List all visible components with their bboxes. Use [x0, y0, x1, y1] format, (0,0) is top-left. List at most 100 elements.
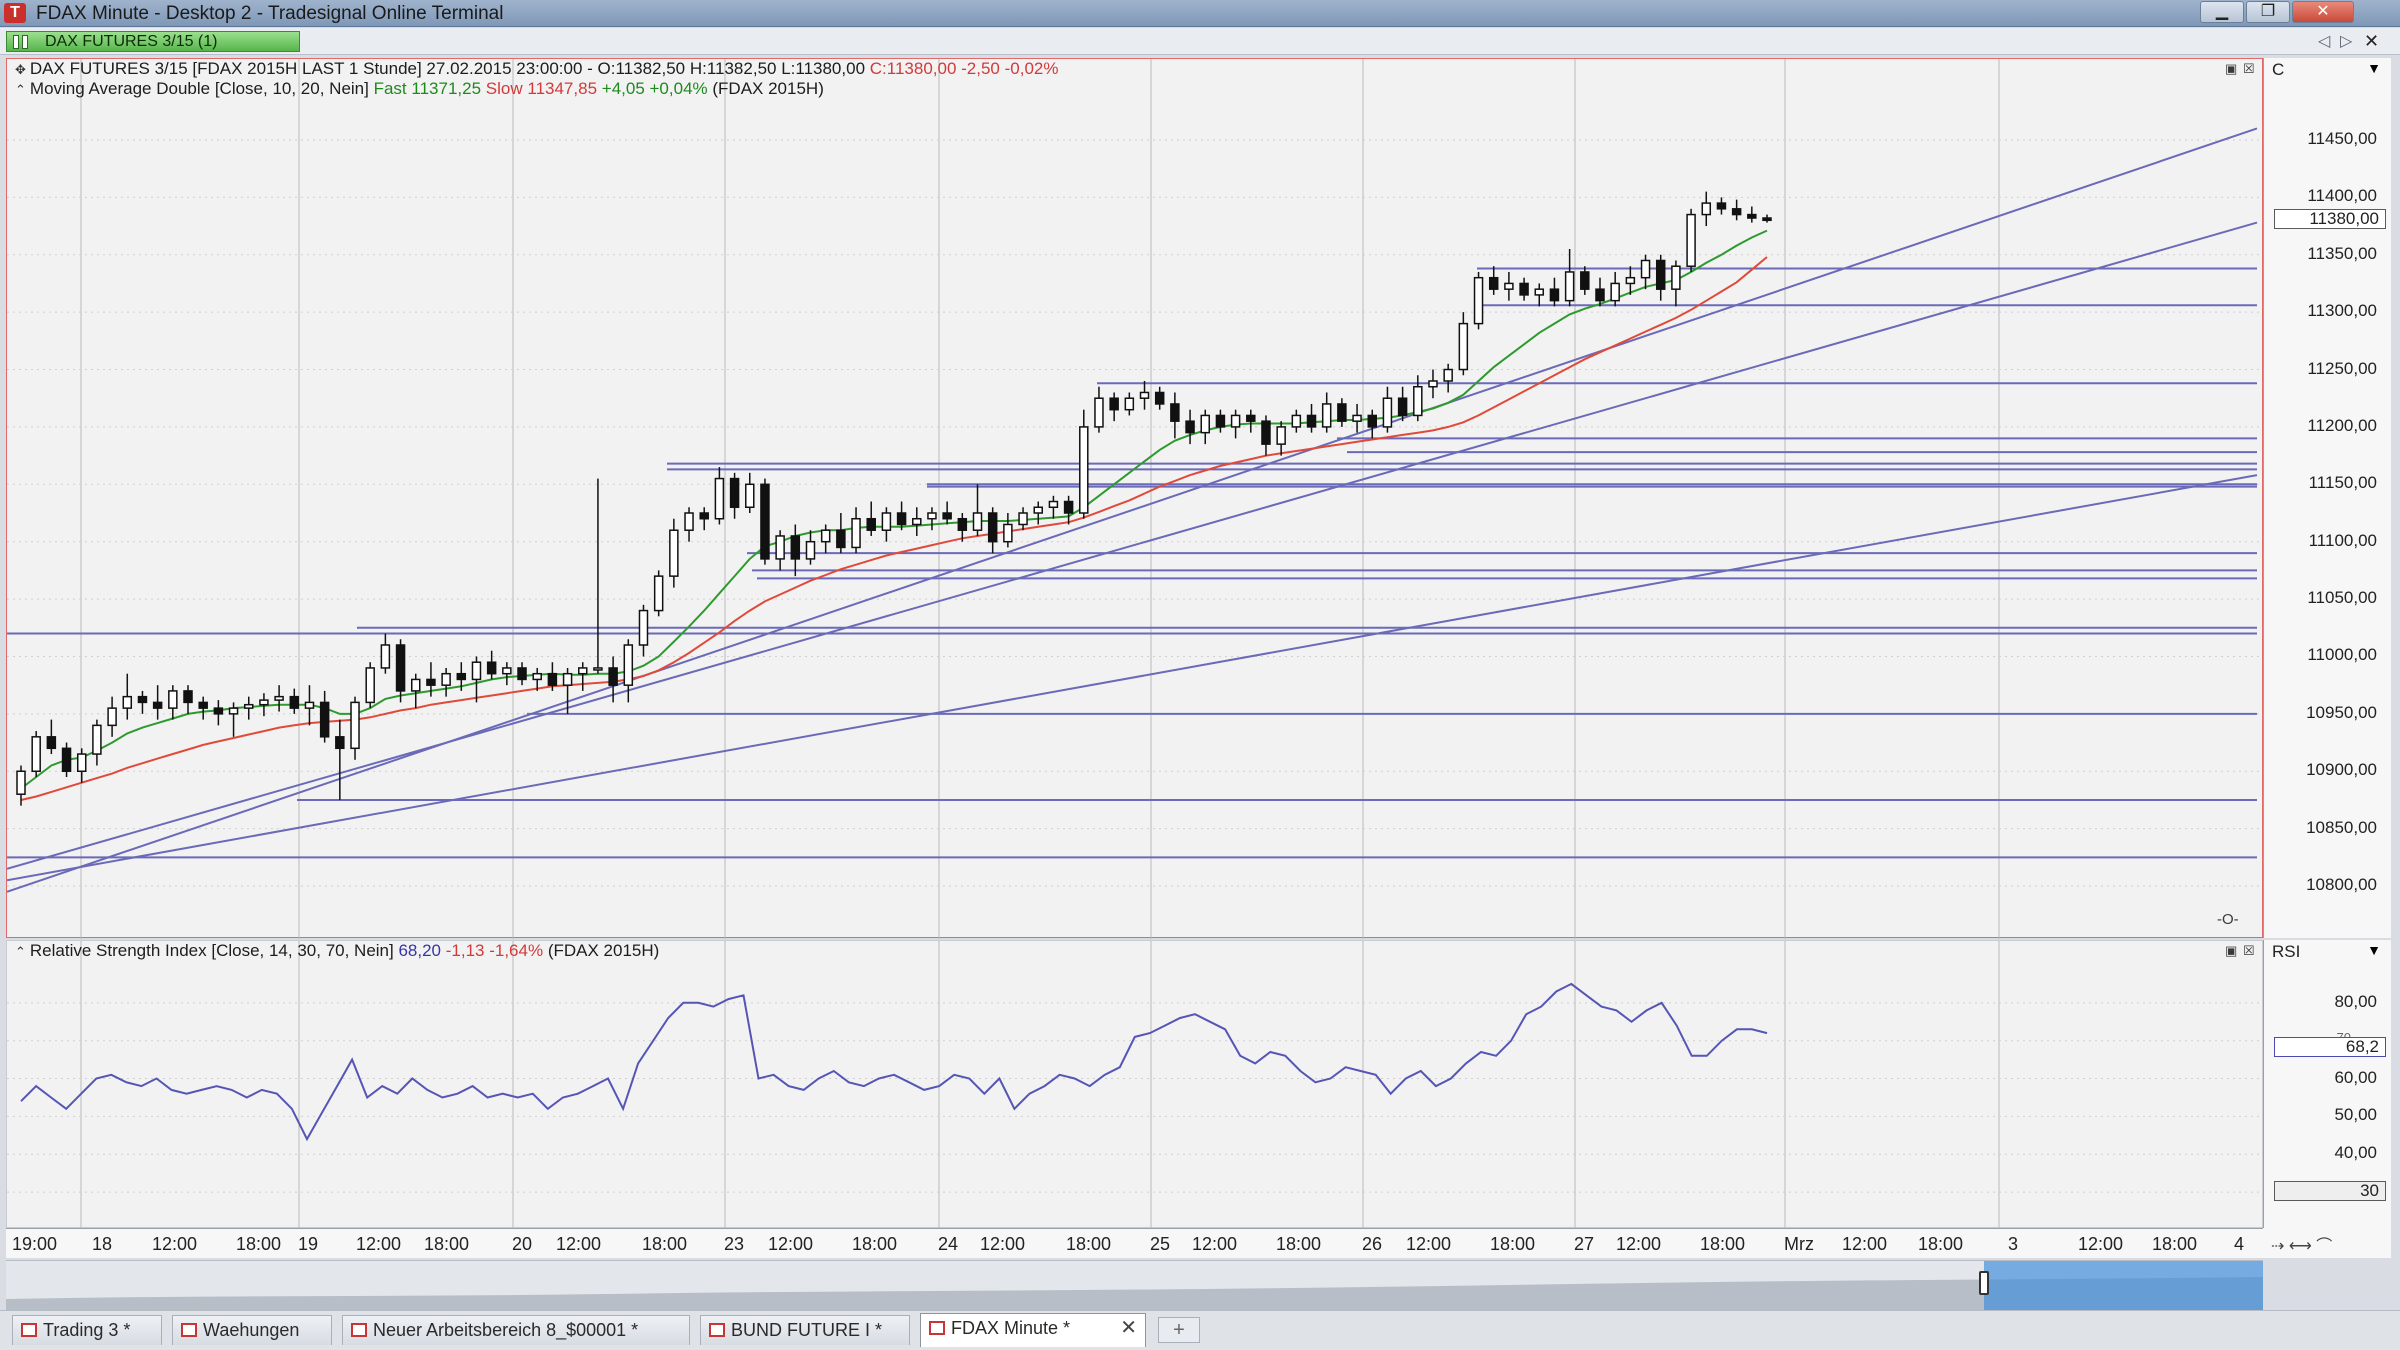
axis-menu-icon[interactable]: ▼ — [2367, 942, 2381, 958]
workspace-tab-label: Neuer Arbeitsbereich 8_$00001 * — [373, 1320, 639, 1340]
overview-selection[interactable] — [1984, 1261, 2263, 1310]
rsi-legend-text: Relative Strength Index [Close, 14, 30, … — [29, 941, 394, 960]
candle-body — [1671, 265, 1681, 290]
rsi-pane[interactable]: ⌃ Relative Strength Index [Close, 14, 30,… — [6, 940, 2264, 1229]
pane-close-icon[interactable]: ☒ — [2243, 943, 2255, 959]
candle-body — [410, 678, 421, 692]
candle-body — [456, 672, 467, 681]
axis-menu-icon[interactable]: ▼ — [2367, 60, 2381, 76]
workspace-tab-label: Waehungen — [203, 1320, 300, 1340]
candle-body — [1413, 385, 1423, 417]
candle-body — [1397, 397, 1408, 417]
candle-body — [1230, 414, 1241, 428]
workspace-tab[interactable]: Trading 3 * — [12, 1315, 162, 1345]
price-chart-pane[interactable]: ✥ DAX FUTURES 3/15 [FDAX 2015H LAST 1 Stu… — [6, 58, 2264, 939]
price-tick-label: 11100,00 — [2308, 530, 2377, 550]
ma-symbol: (FDAX 2015H) — [712, 79, 824, 98]
overview-drag-handle[interactable] — [1979, 1271, 1989, 1295]
candle-body — [1079, 426, 1089, 514]
chart-settings-icon[interactable]: ✥ — [15, 62, 26, 77]
close-tab-icon[interactable]: ✕ — [1120, 1314, 1137, 1342]
candle-body — [441, 672, 451, 686]
candle-body — [790, 535, 801, 560]
rsi-axis[interactable]: RSI ▼ 80,007060,0050,0040,00 68,2 30 — [2263, 940, 2391, 1228]
time-tick-label: 18:00 — [852, 1234, 898, 1254]
plus-icon: + — [1173, 1319, 1185, 1341]
pause-icon[interactable] — [13, 35, 35, 49]
time-tick-label: 19:00 — [12, 1234, 58, 1254]
workspace-icon — [21, 1323, 37, 1337]
time-tick-label: 12:00 — [980, 1234, 1026, 1254]
candle-body — [942, 512, 952, 520]
minimize-button[interactable]: ▁ — [2200, 1, 2244, 23]
rsi-chart[interactable] — [7, 941, 2264, 1229]
workspace-icon — [929, 1321, 945, 1335]
candle-body — [927, 512, 937, 520]
workspace-tab-active[interactable]: FDAX Minute * ✕ — [920, 1313, 1146, 1347]
maximize-button[interactable]: ❐ — [2246, 1, 2290, 23]
time-axis[interactable]: 19:00 18 12:00 18:00 19 12:00 18:00 20 12:00 18:0… — [6, 1228, 2263, 1258]
workspace-tab[interactable]: BUND FUTURE I * — [700, 1315, 910, 1345]
candle-body — [1473, 276, 1484, 325]
rsi-tick-label: 50,00 — [2334, 1105, 2377, 1125]
workspace-tab[interactable]: Waehungen — [172, 1315, 332, 1345]
price-tick-label: 11350,00 — [2307, 243, 2377, 263]
candle-body — [608, 667, 618, 686]
candle-body — [1747, 213, 1757, 219]
tradesignal-icon: T — [4, 3, 26, 23]
candle-body — [1519, 282, 1529, 296]
scroll-left-right-icon[interactable]: ⇢ — [2271, 1238, 2284, 1255]
candle-body — [46, 736, 57, 750]
candle-body — [987, 512, 998, 543]
fit-icon[interactable]: ⌒ — [2316, 1238, 2332, 1255]
zoom-icon[interactable]: ⟷ — [2289, 1238, 2312, 1255]
time-tick-label: 12:00 — [768, 1234, 814, 1254]
time-tick-label: 12:00 — [556, 1234, 602, 1254]
price-axis[interactable]: C ▼ 11450,00 11400,00 11350,00 11300,00 1125… — [2263, 58, 2391, 938]
workspace-tab[interactable]: Neuer Arbeitsbereich 8_$00001 * — [342, 1315, 690, 1345]
candle-body — [1185, 420, 1195, 434]
candle-body — [213, 707, 224, 715]
rsi-tick-label: 60,00 — [2334, 1067, 2377, 1087]
candle-body — [1443, 368, 1453, 382]
time-tick-label: 4 — [2234, 1234, 2245, 1254]
tab-prev-icon[interactable]: ◁ — [2318, 31, 2330, 51]
candle-body — [335, 736, 345, 750]
pane-close-icon[interactable]: ☒ — [2243, 61, 2255, 77]
workspace-tab-label: FDAX Minute * — [951, 1318, 1071, 1338]
candle-body — [1337, 403, 1347, 422]
close-window-button[interactable]: ✕ — [2292, 1, 2354, 23]
tab-next-icon[interactable]: ▷ — [2340, 31, 2352, 51]
pane-maximize-icon[interactable]: ▣ — [2225, 61, 2237, 77]
trend-line — [7, 221, 2258, 870]
overview-navigator[interactable] — [6, 1260, 2263, 1310]
ma-change: +4,05 +0,04% — [601, 79, 708, 98]
candle-body — [122, 695, 133, 709]
pane-maximize-icon[interactable]: ▣ — [2225, 943, 2237, 959]
workspace-icon — [181, 1323, 197, 1337]
candle-body — [1124, 397, 1135, 411]
time-tick-label: 12:00 — [2078, 1234, 2124, 1254]
candle-body — [137, 695, 148, 704]
candle-body — [1731, 208, 1742, 216]
chart-instrument-tab[interactable]: DAX FUTURES 3/15 (1) — [6, 31, 300, 52]
price-tick-label: 11250,00 — [2307, 358, 2377, 378]
tab-close-icon[interactable]: ✕ — [2364, 31, 2379, 52]
pane-link-icon[interactable]: -O- — [2217, 911, 2239, 928]
fast-moving-average-line — [20, 229, 1768, 790]
candle-body — [912, 517, 922, 526]
window-title: FDAX Minute - Desktop 2 - Tradesignal On… — [36, 3, 504, 24]
candle-body — [1048, 500, 1059, 509]
rsi-symbol: (FDAX 2015H) — [547, 941, 660, 960]
candle-body — [1701, 202, 1712, 216]
candle-body — [319, 701, 330, 738]
price-chart[interactable] — [7, 59, 2264, 939]
title-bar[interactable]: T FDAX Minute - Desktop 2 - Tradesignal … — [0, 0, 2400, 27]
candle-body — [820, 529, 831, 543]
candle-body — [957, 517, 968, 531]
minimize-icon: ▁ — [2215, 3, 2229, 20]
close-icon: ✕ — [2316, 3, 2330, 20]
candle-body — [517, 667, 527, 681]
candle-body — [92, 724, 102, 755]
add-workspace-button[interactable]: + — [1158, 1317, 1200, 1343]
